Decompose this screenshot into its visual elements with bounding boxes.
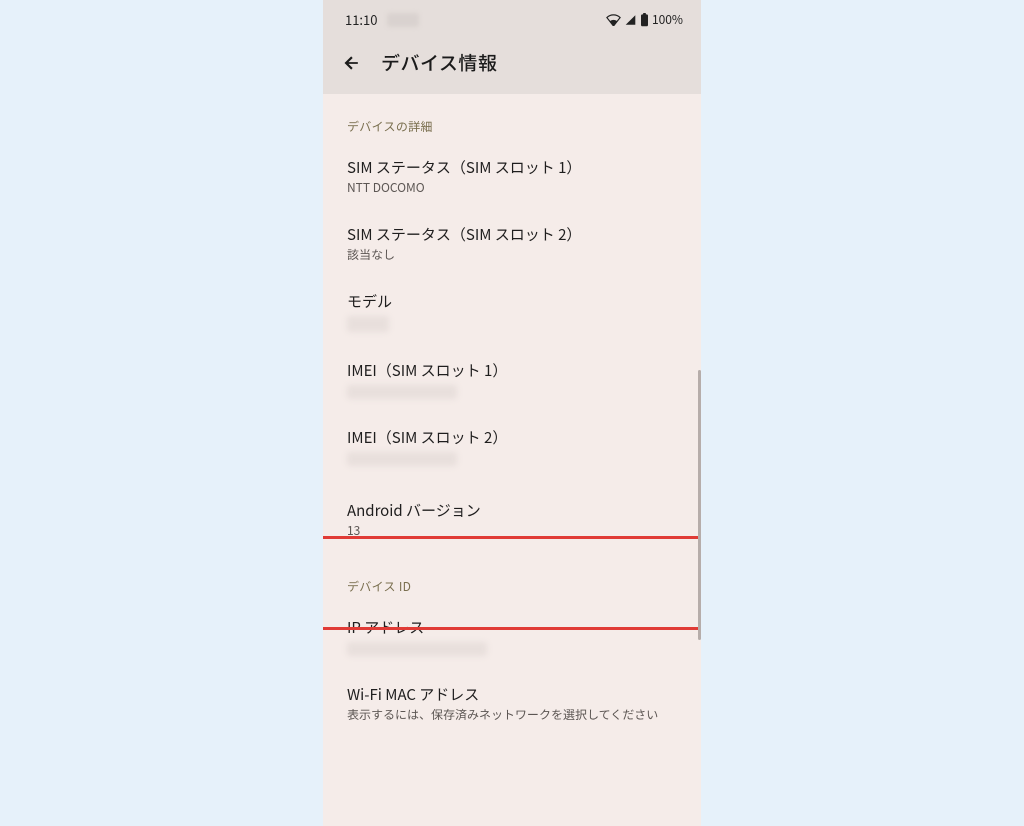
wifi-icon bbox=[606, 14, 621, 26]
row-subtext-redacted bbox=[347, 316, 389, 332]
row-model[interactable]: モデル bbox=[323, 277, 701, 346]
row-subtext-redacted bbox=[347, 642, 487, 656]
row-label: SIM ステータス（SIM スロット 1） bbox=[347, 157, 677, 178]
android-settings-screen: 11:10 100% デバイス情報 デバイスの詳細 SIM ステータス（SIM … bbox=[323, 0, 701, 826]
scrollbar-thumb[interactable] bbox=[698, 370, 701, 640]
signal-icon bbox=[624, 14, 637, 26]
row-sim-status-1[interactable]: SIM ステータス（SIM スロット 1） NTT DOCOMO bbox=[323, 143, 701, 210]
status-time: 11:10 bbox=[345, 10, 377, 29]
page-title: デバイス情報 bbox=[381, 49, 497, 76]
row-ip-address[interactable]: IP アドレス bbox=[323, 603, 701, 670]
row-label: Android バージョン bbox=[347, 500, 677, 521]
row-imei-2[interactable]: IMEI（SIM スロット 2） bbox=[323, 413, 701, 480]
row-wifi-mac[interactable]: Wi-Fi MAC アドレス 表示するには、保存済みネットワークを選択してくださ… bbox=[323, 670, 701, 753]
row-label: IMEI（SIM スロット 2） bbox=[347, 427, 677, 448]
section-device-id: デバイス ID bbox=[323, 560, 701, 603]
back-button[interactable] bbox=[341, 52, 363, 74]
row-subtext-redacted bbox=[347, 452, 457, 466]
settings-list: デバイスの詳細 SIM ステータス（SIM スロット 1） NTT DOCOMO… bbox=[323, 94, 701, 753]
row-android-version[interactable]: Android バージョン 13 bbox=[323, 480, 701, 559]
row-subtext: 表示するには、保存済みネットワークを選択してください bbox=[347, 707, 677, 723]
battery-icon bbox=[640, 13, 649, 27]
status-bar: 11:10 100% bbox=[323, 0, 701, 35]
section-device-details: デバイスの詳細 bbox=[323, 94, 701, 143]
row-subtext: 13 bbox=[347, 523, 677, 539]
row-subtext: 該当なし bbox=[347, 247, 677, 263]
status-notification-blur bbox=[387, 13, 419, 27]
row-label: Wi-Fi MAC アドレス bbox=[347, 684, 677, 705]
row-label: SIM ステータス（SIM スロット 2） bbox=[347, 224, 677, 245]
row-imei-1[interactable]: IMEI（SIM スロット 1） bbox=[323, 346, 701, 413]
row-sim-status-2[interactable]: SIM ステータス（SIM スロット 2） 該当なし bbox=[323, 210, 701, 277]
row-label: IP アドレス bbox=[347, 617, 677, 638]
app-bar: デバイス情報 bbox=[323, 35, 701, 94]
row-subtext: NTT DOCOMO bbox=[347, 180, 677, 196]
row-label: IMEI（SIM スロット 1） bbox=[347, 360, 677, 381]
row-subtext-redacted bbox=[347, 385, 457, 399]
battery-percent: 100% bbox=[652, 11, 683, 28]
row-label: モデル bbox=[347, 291, 677, 312]
arrow-left-icon bbox=[342, 53, 362, 73]
